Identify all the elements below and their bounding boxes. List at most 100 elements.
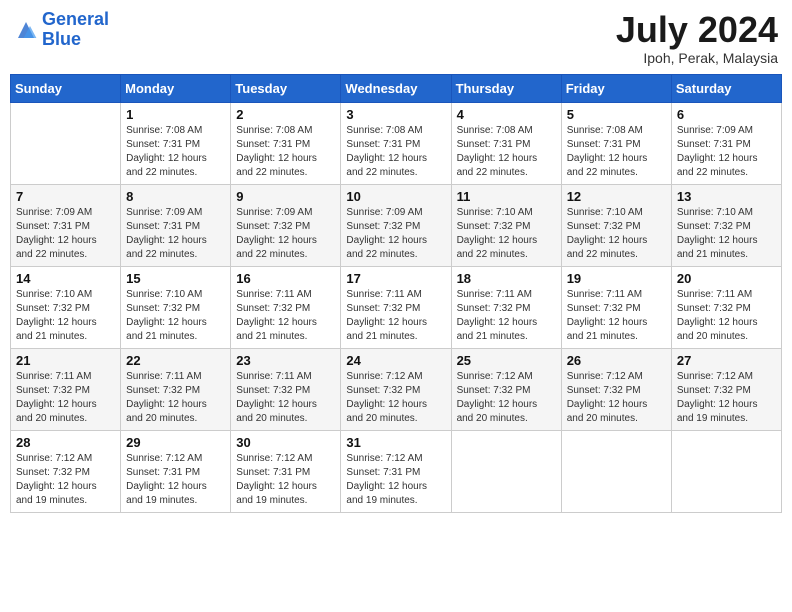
week-row: 1 Sunrise: 7:08 AMSunset: 7:31 PMDaylight… <box>11 102 782 184</box>
calendar-cell: 31Sunrise: 7:12 AMSunset: 7:31 PMDayligh… <box>341 430 451 512</box>
calendar-cell: 13Sunrise: 7:10 AMSunset: 7:32 PMDayligh… <box>671 184 781 266</box>
calendar-cell: 12 Sunrise: 7:10 AMSunset: 7:32 PMDayligh… <box>561 184 671 266</box>
day-info: Sunrise: 7:08 AMSunset: 7:31 PMDaylight:… <box>457 124 556 180</box>
day-info: Sunrise: 7:08 AMSunset: 7:31 PMDaylight:… <box>346 124 445 180</box>
day-info: Sunrise: 7:10 AMSunset: 7:32 PMDaylight:… <box>126 288 225 344</box>
day-number: 5 <box>567 107 666 122</box>
weekday-header: Wednesday <box>341 74 451 102</box>
calendar-cell: 11 Sunrise: 7:10 AMSunset: 7:32 PMDayligh… <box>451 184 561 266</box>
calendar-cell: 27Sunrise: 7:12 AMSunset: 7:32 PMDayligh… <box>671 348 781 430</box>
calendar-cell <box>561 430 671 512</box>
day-number: 9 <box>236 189 335 204</box>
day-info: Sunrise: 7:08 AMSunset: 7:31 PMDaylight:… <box>236 124 335 180</box>
day-number: 10 <box>346 189 445 204</box>
page-header: General Blue July 2024 Ipoh, Perak, Mala… <box>10 10 782 66</box>
day-info: Sunrise: 7:09 AMSunset: 7:31 PMDaylight:… <box>126 206 225 262</box>
day-info: Sunrise: 7:09 AMSunset: 7:32 PMDaylight:… <box>346 206 445 262</box>
day-info: Sunrise: 7:11 AMSunset: 7:32 PMDaylight:… <box>567 288 666 344</box>
day-info: Sunrise: 7:12 AMSunset: 7:31 PMDaylight:… <box>236 452 335 508</box>
day-number: 2 <box>236 107 335 122</box>
day-number: 28 <box>16 435 115 450</box>
calendar-cell: 10 Sunrise: 7:09 AMSunset: 7:32 PMDayligh… <box>341 184 451 266</box>
week-row: 7Sunrise: 7:09 AMSunset: 7:31 PMDaylight… <box>11 184 782 266</box>
day-number: 18 <box>457 271 556 286</box>
logo-icon <box>14 18 38 42</box>
day-number: 13 <box>677 189 776 204</box>
calendar-cell <box>451 430 561 512</box>
calendar-cell: 8 Sunrise: 7:09 AMSunset: 7:31 PMDaylight… <box>121 184 231 266</box>
day-number: 17 <box>346 271 445 286</box>
logo: General Blue <box>14 10 109 50</box>
day-number: 31 <box>346 435 445 450</box>
day-info: Sunrise: 7:10 AMSunset: 7:32 PMDaylight:… <box>457 206 556 262</box>
calendar-cell: 19Sunrise: 7:11 AMSunset: 7:32 PMDayligh… <box>561 266 671 348</box>
day-number: 12 <box>567 189 666 204</box>
day-number: 23 <box>236 353 335 368</box>
day-number: 22 <box>126 353 225 368</box>
day-number: 26 <box>567 353 666 368</box>
week-row: 14 Sunrise: 7:10 AMSunset: 7:32 PMDayligh… <box>11 266 782 348</box>
day-number: 11 <box>457 189 556 204</box>
calendar-cell: 25 Sunrise: 7:12 AMSunset: 7:32 PMDayligh… <box>451 348 561 430</box>
day-info: Sunrise: 7:09 AMSunset: 7:31 PMDaylight:… <box>16 206 115 262</box>
calendar-cell: 17Sunrise: 7:11 AMSunset: 7:32 PMDayligh… <box>341 266 451 348</box>
weekday-header-row: SundayMondayTuesdayWednesdayThursdayFrid… <box>11 74 782 102</box>
day-info: Sunrise: 7:11 AMSunset: 7:32 PMDaylight:… <box>126 370 225 426</box>
calendar-cell: 1 Sunrise: 7:08 AMSunset: 7:31 PMDaylight… <box>121 102 231 184</box>
week-row: 28Sunrise: 7:12 AMSunset: 7:32 PMDayligh… <box>11 430 782 512</box>
day-info: Sunrise: 7:11 AMSunset: 7:32 PMDaylight:… <box>16 370 115 426</box>
weekday-header: Thursday <box>451 74 561 102</box>
calendar: SundayMondayTuesdayWednesdayThursdayFrid… <box>10 74 782 513</box>
weekday-header: Tuesday <box>231 74 341 102</box>
day-info: Sunrise: 7:12 AMSunset: 7:32 PMDaylight:… <box>346 370 445 426</box>
day-info: Sunrise: 7:11 AMSunset: 7:32 PMDaylight:… <box>457 288 556 344</box>
day-number: 29 <box>126 435 225 450</box>
calendar-cell: 18 Sunrise: 7:11 AMSunset: 7:32 PMDayligh… <box>451 266 561 348</box>
day-info: Sunrise: 7:09 AMSunset: 7:32 PMDaylight:… <box>236 206 335 262</box>
title-area: July 2024 Ipoh, Perak, Malaysia <box>616 10 778 66</box>
day-number: 3 <box>346 107 445 122</box>
day-info: Sunrise: 7:10 AMSunset: 7:32 PMDaylight:… <box>567 206 666 262</box>
calendar-cell: 2 Sunrise: 7:08 AMSunset: 7:31 PMDaylight… <box>231 102 341 184</box>
calendar-cell: 9 Sunrise: 7:09 AMSunset: 7:32 PMDaylight… <box>231 184 341 266</box>
weekday-header: Saturday <box>671 74 781 102</box>
weekday-header: Sunday <box>11 74 121 102</box>
calendar-cell: 5Sunrise: 7:08 AMSunset: 7:31 PMDaylight… <box>561 102 671 184</box>
day-number: 25 <box>457 353 556 368</box>
day-info: Sunrise: 7:12 AMSunset: 7:32 PMDaylight:… <box>677 370 776 426</box>
day-info: Sunrise: 7:12 AMSunset: 7:32 PMDaylight:… <box>567 370 666 426</box>
day-number: 30 <box>236 435 335 450</box>
day-info: Sunrise: 7:11 AMSunset: 7:32 PMDaylight:… <box>236 370 335 426</box>
weekday-header: Monday <box>121 74 231 102</box>
day-number: 1 <box>126 107 225 122</box>
calendar-cell <box>671 430 781 512</box>
logo-line1: General <box>42 9 109 29</box>
day-info: Sunrise: 7:10 AMSunset: 7:32 PMDaylight:… <box>16 288 115 344</box>
calendar-cell: 24 Sunrise: 7:12 AMSunset: 7:32 PMDayligh… <box>341 348 451 430</box>
week-row: 21 Sunrise: 7:11 AMSunset: 7:32 PMDayligh… <box>11 348 782 430</box>
calendar-cell: 7Sunrise: 7:09 AMSunset: 7:31 PMDaylight… <box>11 184 121 266</box>
calendar-cell: 16 Sunrise: 7:11 AMSunset: 7:32 PMDayligh… <box>231 266 341 348</box>
day-number: 4 <box>457 107 556 122</box>
calendar-cell: 21 Sunrise: 7:11 AMSunset: 7:32 PMDayligh… <box>11 348 121 430</box>
day-info: Sunrise: 7:12 AMSunset: 7:31 PMDaylight:… <box>126 452 225 508</box>
day-info: Sunrise: 7:08 AMSunset: 7:31 PMDaylight:… <box>126 124 225 180</box>
day-number: 14 <box>16 271 115 286</box>
day-number: 6 <box>677 107 776 122</box>
calendar-cell: 4 Sunrise: 7:08 AMSunset: 7:31 PMDaylight… <box>451 102 561 184</box>
logo-text: General Blue <box>42 10 109 50</box>
day-info: Sunrise: 7:09 AMSunset: 7:31 PMDaylight:… <box>677 124 776 180</box>
location: Ipoh, Perak, Malaysia <box>616 50 778 66</box>
day-number: 24 <box>346 353 445 368</box>
month-title: July 2024 <box>616 10 778 50</box>
day-number: 16 <box>236 271 335 286</box>
day-info: Sunrise: 7:12 AMSunset: 7:32 PMDaylight:… <box>457 370 556 426</box>
calendar-cell: 30 Sunrise: 7:12 AMSunset: 7:31 PMDayligh… <box>231 430 341 512</box>
day-number: 8 <box>126 189 225 204</box>
calendar-cell: 20Sunrise: 7:11 AMSunset: 7:32 PMDayligh… <box>671 266 781 348</box>
day-number: 20 <box>677 271 776 286</box>
day-number: 15 <box>126 271 225 286</box>
day-info: Sunrise: 7:11 AMSunset: 7:32 PMDaylight:… <box>236 288 335 344</box>
day-number: 21 <box>16 353 115 368</box>
calendar-cell: 3 Sunrise: 7:08 AMSunset: 7:31 PMDaylight… <box>341 102 451 184</box>
